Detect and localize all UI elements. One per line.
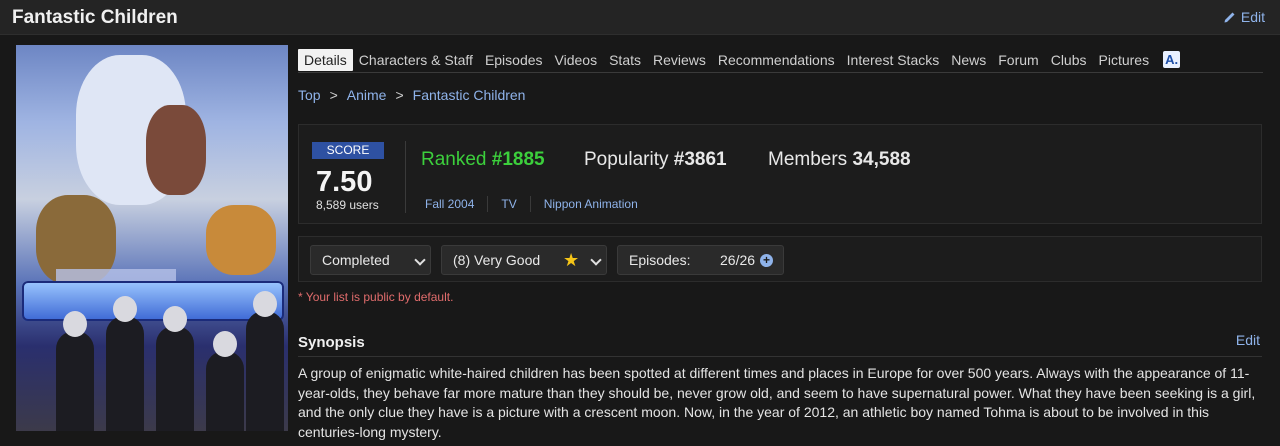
meta-divider (487, 196, 489, 212)
page-title: Fantastic Children (12, 7, 178, 28)
anime-meta: Fall 2004 TV Nippon Animation (425, 196, 638, 212)
pencil-icon (1224, 12, 1235, 23)
tab-reviews[interactable]: Reviews (647, 49, 712, 71)
studio-link[interactable]: Nippon Animation (544, 197, 638, 211)
tab-clubs[interactable]: Clubs (1045, 49, 1093, 71)
popularity-label: Popularity (584, 149, 669, 170)
tab-forum[interactable]: Forum (992, 49, 1044, 71)
tab-interest-stacks[interactable]: Interest Stacks (841, 49, 946, 71)
tab-characters-staff[interactable]: Characters & Staff (353, 49, 479, 71)
score-value: 7.50 (316, 166, 373, 198)
members-value: 34,588 (852, 149, 911, 170)
breadcrumb-anime[interactable]: Anime (347, 87, 387, 103)
cover-child (106, 296, 144, 431)
synopsis-divider (298, 356, 1262, 357)
tab-details[interactable]: Details (298, 48, 353, 71)
breadcrumb: Top > Anime > Fantastic Children (298, 87, 525, 103)
chevron-down-icon (414, 254, 426, 266)
cover-child (246, 291, 284, 431)
breadcrumb-separator: > (395, 87, 404, 103)
score-panel: SCORE 7.50 8,589 users Ranked #1885 Popu… (298, 124, 1262, 224)
cover-logo-subtitle (56, 269, 176, 281)
cover-logo (22, 281, 284, 321)
page-header: Fantastic Children Edit (0, 0, 1280, 35)
synopsis-heading: Synopsis (298, 334, 365, 351)
tab-stats[interactable]: Stats (603, 49, 647, 71)
star-icon: ★ (563, 250, 580, 270)
chevron-down-icon (590, 254, 602, 266)
type-link[interactable]: TV (501, 197, 516, 211)
cover-image[interactable] (16, 45, 288, 431)
cover-child (156, 306, 194, 431)
synopsis-text: A group of enigmatic white-haired childr… (298, 365, 1256, 440)
synopsis-edit-link[interactable]: Edit (1236, 332, 1260, 348)
tab-pictures[interactable]: Pictures (1093, 49, 1156, 71)
breadcrumb-separator: > (329, 87, 338, 103)
score-divider (405, 141, 406, 213)
cover-figure (146, 105, 206, 195)
user-list-panel: Completed (8) Very Good ★ Episodes: 26/2… (298, 236, 1262, 282)
episodes-field[interactable]: Episodes: 26/26 + (617, 245, 784, 275)
rating-select[interactable]: (8) Very Good ★ (441, 245, 607, 275)
rating-select-value: (8) Very Good (453, 252, 541, 268)
breadcrumb-current[interactable]: Fantastic Children (413, 87, 526, 103)
edit-link-label: Edit (1240, 9, 1265, 25)
score-badge: SCORE (312, 142, 384, 159)
ranked-value: #1885 (491, 149, 545, 170)
cover-child (56, 311, 94, 431)
meta-divider (529, 196, 531, 212)
status-select-value: Completed (322, 252, 390, 268)
breadcrumb-top[interactable]: Top (298, 87, 321, 103)
tab-episodes[interactable]: Episodes (479, 49, 549, 71)
tab-videos[interactable]: Videos (549, 49, 604, 71)
list-public-note: * Your list is public by default. (298, 290, 454, 304)
score-users: 8,589 users (316, 198, 379, 212)
episodes-value: 26/26 (720, 252, 756, 268)
cover-figure (206, 205, 276, 275)
members-stat: Members 34,588 (768, 149, 911, 171)
tab-news[interactable]: News (945, 49, 992, 71)
edit-link[interactable]: Edit (1223, 9, 1265, 25)
anime-logo-icon[interactable]: A. (1163, 51, 1181, 68)
popularity-stat: Popularity #3861 (584, 149, 727, 171)
tab-recommendations[interactable]: Recommendations (712, 49, 841, 71)
ranked-label: Ranked (421, 149, 487, 170)
cover-child (206, 331, 244, 431)
popularity-value: #3861 (673, 149, 727, 170)
plus-circle-icon[interactable]: + (760, 254, 773, 267)
season-link[interactable]: Fall 2004 (425, 197, 474, 211)
status-select[interactable]: Completed (310, 245, 431, 275)
ranked-stat: Ranked #1885 (421, 149, 545, 171)
tab-bar: Details Characters & Staff Episodes Vide… (298, 47, 1263, 73)
members-label: Members (768, 149, 848, 170)
episodes-label: Episodes: (629, 252, 691, 268)
